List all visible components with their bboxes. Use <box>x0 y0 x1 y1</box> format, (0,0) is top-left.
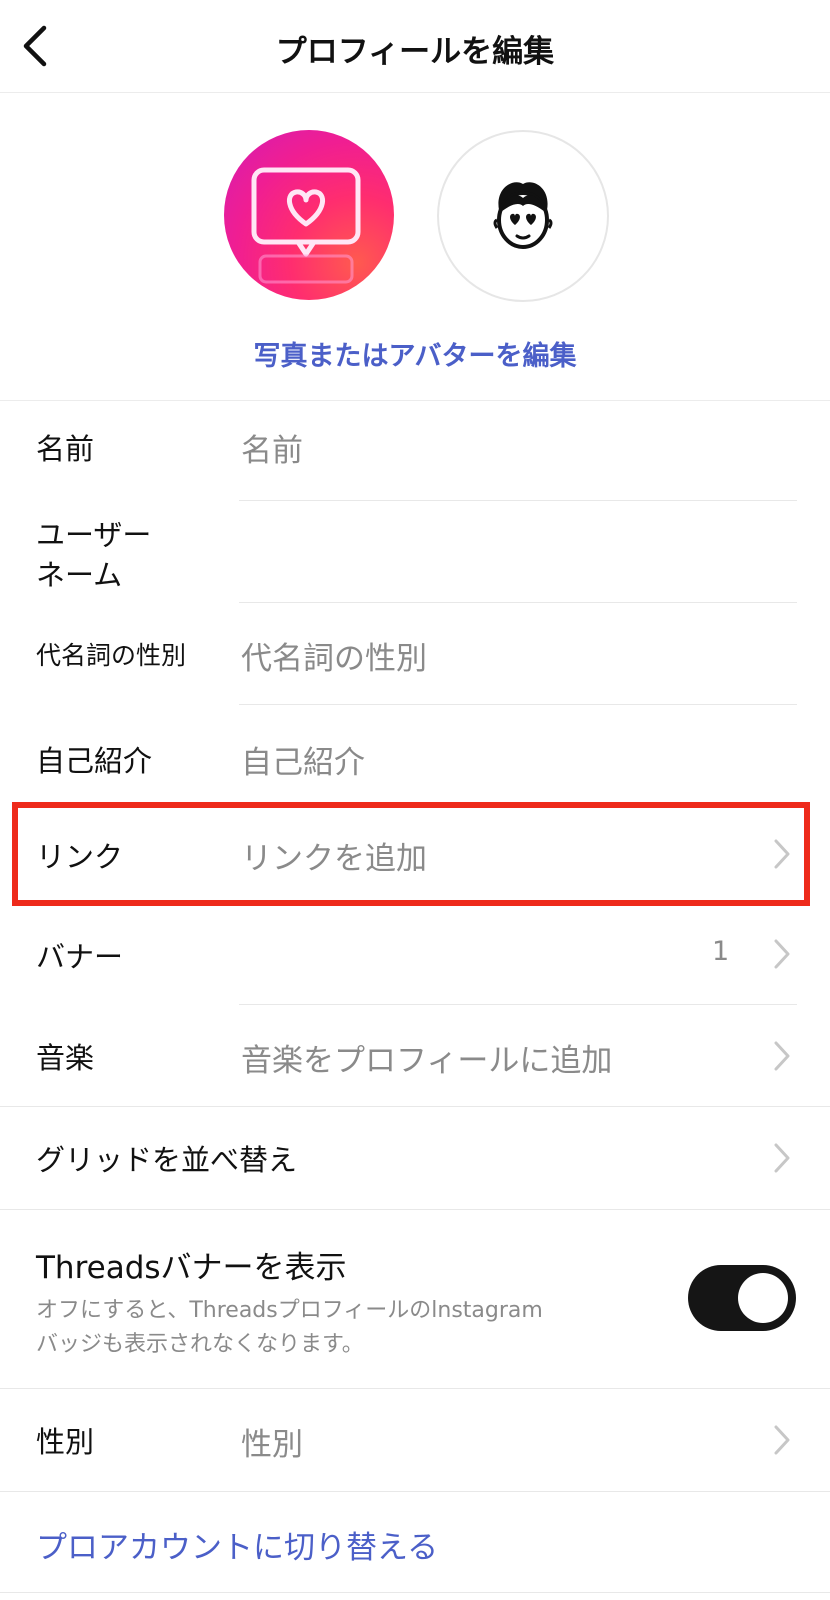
threads-banner-description: オフにすると、Threadsプロフィールのlnstagram バッジも表示されな… <box>36 1298 543 1357</box>
bio-row[interactable]: 自己紹介 自己紹介 <box>0 705 830 802</box>
switch-pro-account-link[interactable]: プロアカウントに切り替える <box>36 1522 438 1567</box>
bio-label: 自己紹介 <box>36 744 153 778</box>
username-input[interactable] <box>241 526 791 566</box>
username-label: ユーザー ネーム <box>36 518 152 592</box>
banner-row[interactable]: バナー 1 <box>0 906 830 1004</box>
switch-pro-account-row[interactable]: プロアカウントに切り替える <box>0 1492 830 1592</box>
page-title: プロフィールを編集 <box>275 34 555 70</box>
highlight-box <box>12 802 810 906</box>
grid-reorder-label: グリッドを並べ替え <box>36 1143 298 1177</box>
toggle-knob <box>738 1273 788 1323</box>
edit-photo-link[interactable]: 写真またはアバターを編集 <box>0 334 830 373</box>
username-row[interactable]: ユーザー ネーム <box>0 501 830 601</box>
avatar-section: 写真またはアバターを編集 <box>0 92 830 401</box>
music-row[interactable]: 音楽 音楽をプロフィールに追加 <box>0 1005 830 1105</box>
gender-placeholder: 性別 <box>241 1427 303 1463</box>
avatar-character[interactable] <box>437 130 609 302</box>
gender-row[interactable]: 性別 性別 <box>0 1389 830 1490</box>
pronouns-row[interactable]: 代名詞の性別 代名詞の性別 <box>0 603 830 703</box>
name-row[interactable]: 名前 名前 <box>0 400 830 500</box>
name-input[interactable]: 名前 <box>241 425 303 470</box>
grid-reorder-row[interactable]: グリッドを並べ替え <box>0 1107 830 1208</box>
neon-heart-message-icon <box>251 167 361 284</box>
banner-count: 1 <box>712 936 730 967</box>
pronouns-label: 代名詞の性別 <box>36 641 187 670</box>
gender-label: 性別 <box>36 1425 95 1459</box>
chevron-right-icon <box>774 1425 790 1455</box>
chevron-right-icon <box>774 939 790 969</box>
divider <box>0 1592 830 1593</box>
pronouns-input[interactable]: 代名詞の性別 <box>241 633 427 678</box>
profile-photo[interactable] <box>224 130 394 300</box>
banner-label: バナー <box>36 940 124 974</box>
bio-input[interactable]: 自己紹介 <box>241 737 365 782</box>
name-label: 名前 <box>36 432 95 466</box>
music-placeholder: 音楽をプロフィールに追加 <box>241 1043 613 1079</box>
chevron-right-icon <box>774 1143 790 1173</box>
music-label: 音楽 <box>36 1041 95 1075</box>
header: プロフィールを編集 <box>0 0 830 93</box>
avatar-face-icon <box>493 182 553 249</box>
chevron-right-icon <box>774 1041 790 1071</box>
threads-banner-title: Threadsバナーを表示 <box>36 1250 347 1286</box>
threads-banner-toggle[interactable] <box>688 1265 796 1331</box>
